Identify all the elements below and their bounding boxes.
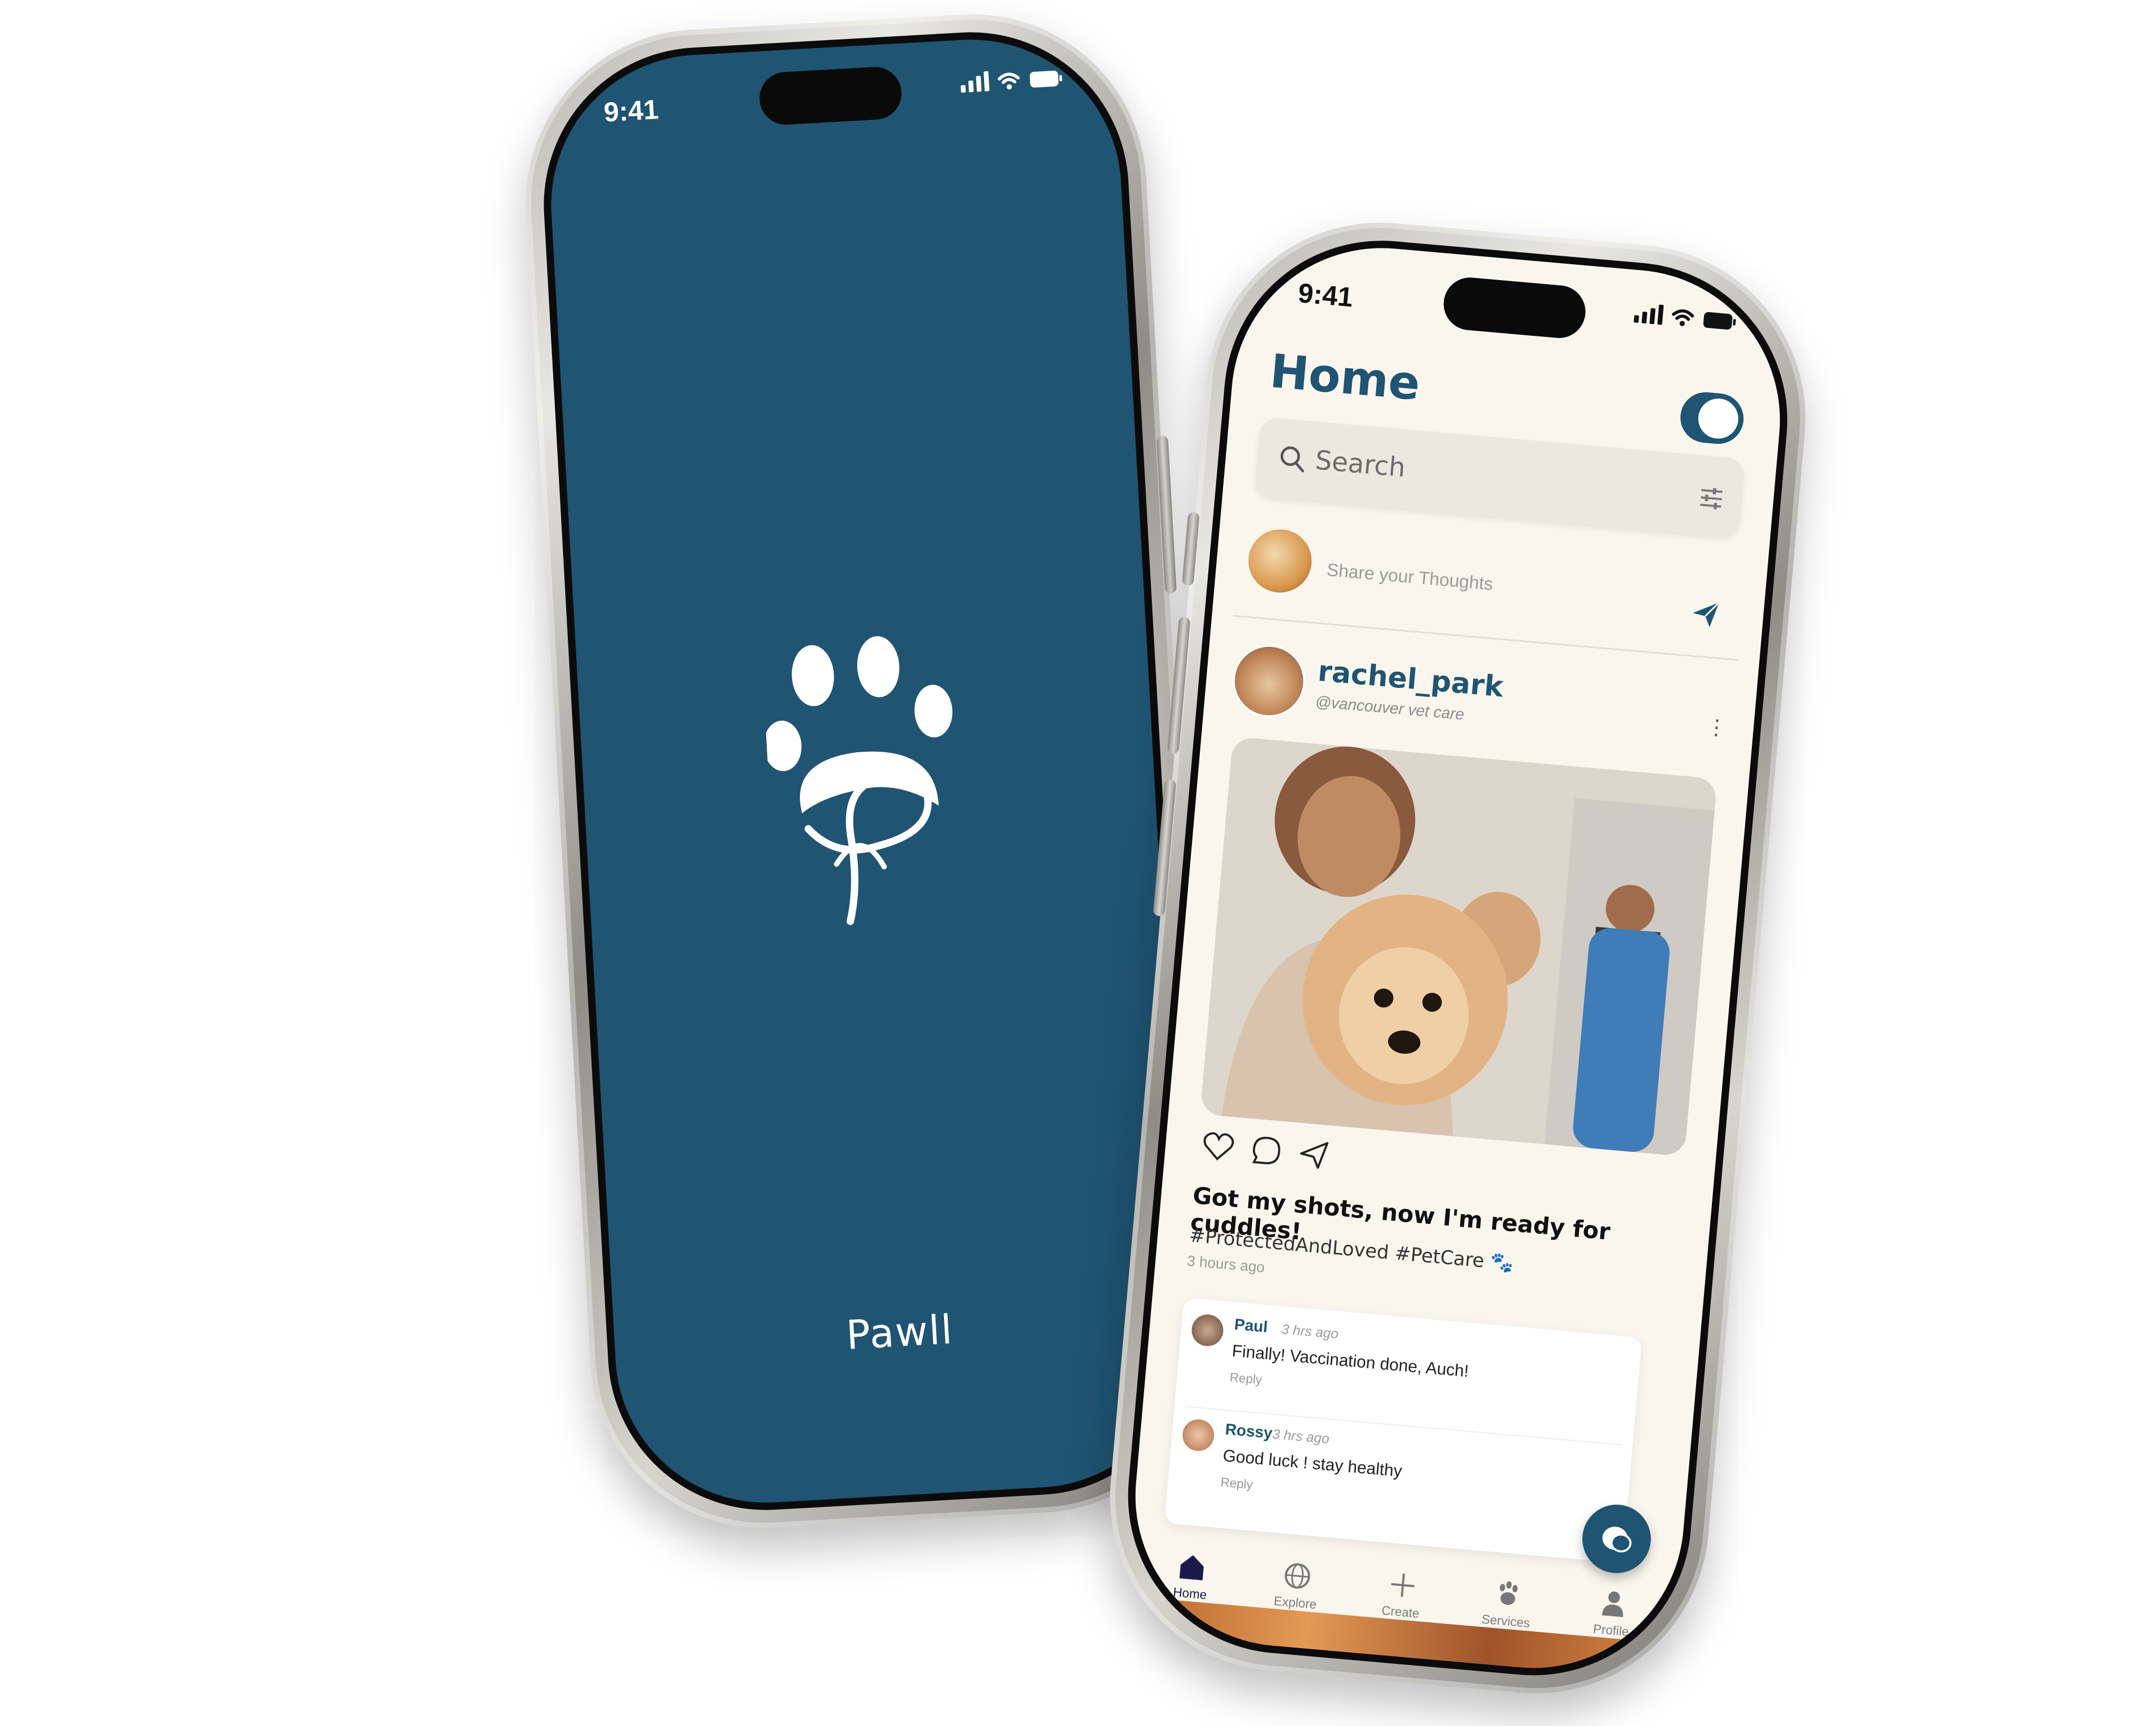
share-thoughts-input[interactable]: Share your Thoughts xyxy=(1326,560,1494,595)
status-icons xyxy=(960,67,1063,93)
search-icon xyxy=(1280,446,1305,473)
battery-icon xyxy=(1029,71,1062,88)
avatar[interactable] xyxy=(1229,642,1309,721)
comment-author[interactable]: Paul xyxy=(1234,1316,1268,1336)
signal-icon xyxy=(960,71,990,93)
chat-icon xyxy=(1602,1527,1632,1553)
theme-toggle[interactable] xyxy=(1678,390,1746,446)
comments-panel: Paul 3 hrs ago Finally! Vaccination done… xyxy=(1164,1298,1642,1563)
paw-icon xyxy=(1499,1581,1518,1605)
splash-screen: 9:41 Pawll xyxy=(535,24,1201,1519)
page-title: Home xyxy=(1268,343,1422,411)
status-bar: 9:41 xyxy=(543,32,1118,163)
status-time: 9:41 xyxy=(1297,277,1355,313)
reply-link[interactable]: Reply xyxy=(1229,1370,1262,1388)
comment-text: Finally! Vaccination done, Auch! xyxy=(1231,1341,1470,1381)
comment-author[interactable]: Rossy xyxy=(1225,1421,1273,1443)
post-actions xyxy=(1201,1130,1330,1171)
side-button xyxy=(1181,512,1200,586)
dynamic-island xyxy=(758,65,903,126)
share-icon[interactable] xyxy=(1298,1139,1330,1171)
post-time: 3 hours ago xyxy=(1186,1252,1266,1276)
wifi-icon xyxy=(997,73,1020,90)
avatar[interactable] xyxy=(1190,1313,1225,1348)
comment-time: 3 hrs ago xyxy=(1271,1425,1330,1447)
home-icon xyxy=(1179,1555,1204,1581)
photo-illustration xyxy=(1200,736,1718,1156)
reply-link[interactable]: Reply xyxy=(1220,1475,1253,1493)
avatar[interactable] xyxy=(1181,1418,1216,1452)
globe-icon xyxy=(1285,1563,1310,1589)
side-button xyxy=(1156,435,1177,594)
avatar[interactable] xyxy=(1246,526,1315,595)
splash-phone: 9:41 Pawll xyxy=(516,5,1220,1538)
user-icon xyxy=(1601,1591,1623,1618)
paw-print-p-logo-icon xyxy=(761,631,977,939)
toggle-knob xyxy=(1697,397,1740,441)
paper-plane-icon[interactable] xyxy=(1688,597,1722,631)
dynamic-island xyxy=(1441,275,1588,341)
app-name: Pawll xyxy=(845,1305,955,1359)
comment-time: 3 hrs ago xyxy=(1281,1321,1339,1342)
comment-icon[interactable] xyxy=(1250,1134,1282,1166)
share-thoughts-composer[interactable]: Share your Thoughts xyxy=(1232,510,1748,661)
home-phone: 9:41 Home Search Share your Thoughts rac… xyxy=(1095,208,1820,1708)
comment-text: Good luck ! stay healthy xyxy=(1222,1445,1403,1481)
sliders-icon[interactable] xyxy=(1698,486,1725,511)
wifi-icon xyxy=(1672,309,1694,326)
more-options-icon[interactable]: ⋮ xyxy=(1705,715,1728,741)
home-screen: 9:41 Home Search Share your Thoughts rac… xyxy=(1115,227,1801,1689)
plus-icon xyxy=(1391,1573,1415,1597)
signal-icon xyxy=(1633,303,1664,325)
status-icons xyxy=(1633,303,1738,332)
heart-icon[interactable] xyxy=(1201,1130,1236,1162)
status-time: 9:41 xyxy=(603,94,659,128)
post-image[interactable] xyxy=(1200,736,1718,1156)
battery-icon xyxy=(1703,312,1736,330)
search-input[interactable]: Search xyxy=(1314,445,1407,483)
